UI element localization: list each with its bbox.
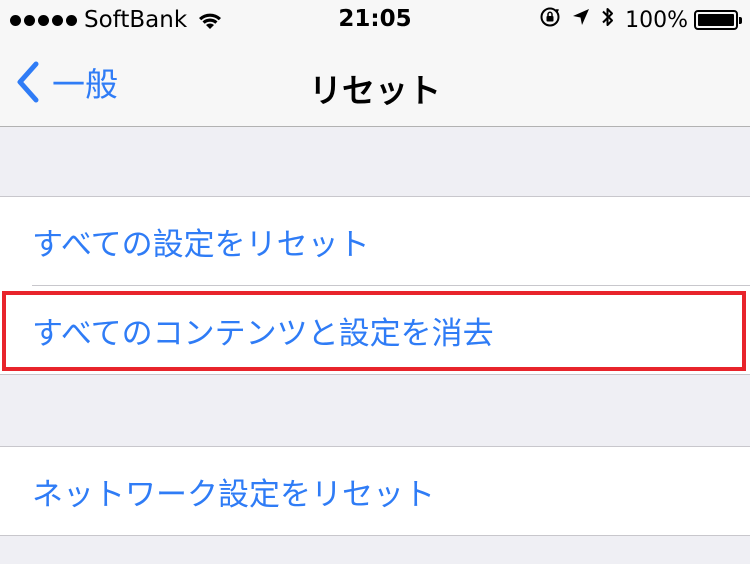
status-bar: SoftBank 21:05 100% bbox=[0, 0, 750, 40]
erase-all-content-button[interactable]: すべてのコンテンツと設定を消去 bbox=[0, 286, 750, 374]
rotation-lock-icon bbox=[539, 6, 561, 34]
reset-all-settings-label: すべての設定をリセット bbox=[32, 226, 370, 263]
page-title: リセット bbox=[309, 71, 441, 110]
reset-network-settings-button[interactable]: ネットワーク設定をリセット bbox=[0, 447, 750, 535]
battery-fill bbox=[698, 14, 734, 26]
battery-icon bbox=[694, 10, 742, 30]
erase-all-content-label: すべてのコンテンツと設定を消去 bbox=[32, 315, 494, 352]
reset-options-group: すべての設定をリセット すべてのコンテンツと設定を消去 bbox=[0, 196, 750, 375]
location-icon bbox=[571, 7, 591, 33]
network-reset-group: ネットワーク設定をリセット bbox=[0, 446, 750, 536]
status-right: 100% bbox=[529, 5, 742, 35]
bluetooth-icon bbox=[601, 5, 615, 35]
battery-percent: 100% bbox=[625, 7, 688, 33]
navigation-bar: 一般 リセット bbox=[0, 40, 750, 127]
reset-all-settings-button[interactable]: すべての設定をリセット bbox=[0, 197, 750, 285]
settings-reset-screen: SoftBank 21:05 100% 一般 リセット すべての設定をリセット … bbox=[0, 0, 750, 564]
reset-network-settings-label: ネットワーク設定をリセット bbox=[32, 476, 435, 513]
